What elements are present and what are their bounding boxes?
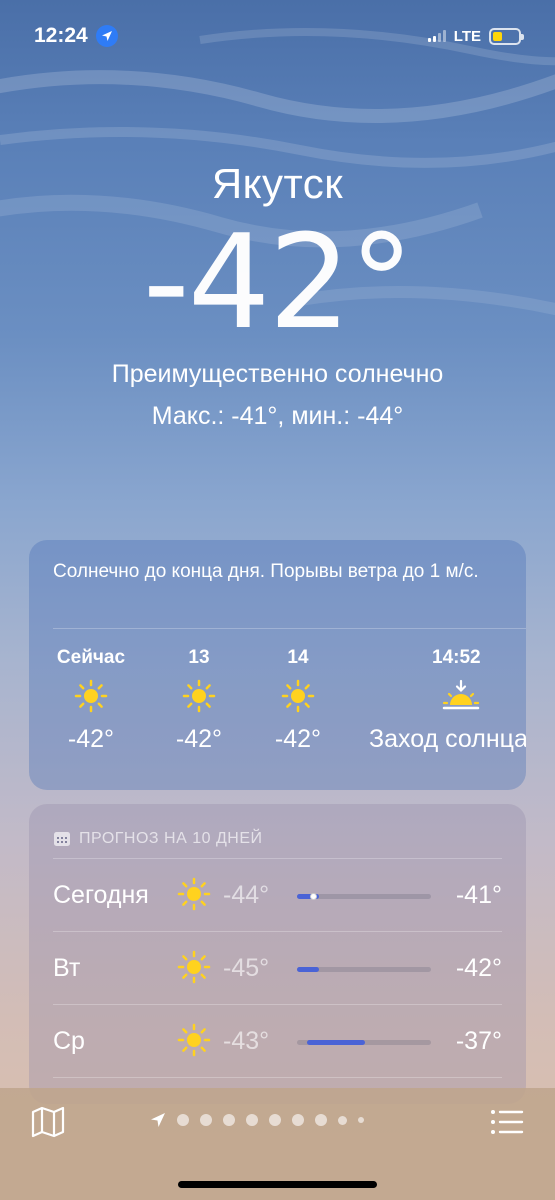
page-dot[interactable] xyxy=(246,1114,258,1126)
list-icon xyxy=(491,1110,524,1134)
hourly-forecast-card[interactable]: Солнечно до конца дня. Порывы ветра до 1… xyxy=(29,540,526,790)
temperature-range-bar xyxy=(297,1040,431,1045)
hour-item: Сейчас -42° xyxy=(53,647,129,754)
temperature-range-bar xyxy=(297,967,431,972)
map-button[interactable] xyxy=(30,1106,66,1138)
page-indicator[interactable] xyxy=(150,1112,364,1128)
sun-icon xyxy=(177,1023,211,1062)
location-arrow-icon xyxy=(151,1113,165,1127)
page-dot[interactable] xyxy=(269,1114,281,1126)
network-type: LTE xyxy=(453,27,481,45)
battery-icon xyxy=(489,27,524,45)
cellular-signal-icon xyxy=(427,30,446,42)
location-services-icon xyxy=(95,25,118,47)
calendar-icon xyxy=(54,832,70,846)
sun-icon xyxy=(53,671,129,721)
high-low-text: Макс.: -41°, мин.: -44° xyxy=(151,402,404,430)
page-dot[interactable] xyxy=(358,1117,364,1123)
sun-icon xyxy=(260,671,336,721)
clock: 12:24 xyxy=(34,24,88,47)
map-icon xyxy=(31,1106,65,1138)
bottom-toolbar xyxy=(0,1088,555,1200)
temperature-range-bar xyxy=(297,893,431,900)
forecast-summary: Солнечно до конца дня. Порывы ветра до 1… xyxy=(53,561,479,582)
day-row-today[interactable]: Сегодня -44° -41° xyxy=(29,859,526,931)
home-indicator xyxy=(178,1181,377,1188)
day-row[interactable]: Ср -43° -37° xyxy=(29,1005,526,1077)
hour-item: 13 -42° xyxy=(161,647,237,754)
current-temp-marker xyxy=(310,893,317,900)
condition-text: Преимущественно солнечно xyxy=(111,360,444,388)
hour-item: 14 -42° xyxy=(260,647,336,754)
day-row[interactable]: Вт -45° -42° xyxy=(29,932,526,1004)
hourly-scroller[interactable]: Сейчас -42° 13 -42° 14 -42° 14:52 Заход … xyxy=(29,629,526,789)
divider xyxy=(53,1077,502,1078)
status-bar: 12:24 LTE xyxy=(0,18,555,54)
page-dot[interactable] xyxy=(223,1114,235,1126)
page-dot[interactable] xyxy=(200,1114,212,1126)
ten-day-forecast-card[interactable]: ПРОГНОЗ НА 10 ДНЕЙ Сегодня -44° -41° Вт … xyxy=(29,804,526,1104)
sun-icon xyxy=(177,950,211,989)
section-title: ПРОГНОЗ НА 10 ДНЕЙ xyxy=(79,830,263,847)
city-list-button[interactable] xyxy=(489,1106,525,1138)
sun-icon xyxy=(161,671,237,721)
sunset-icon xyxy=(369,671,526,721)
sun-icon xyxy=(177,877,211,916)
page-dot[interactable] xyxy=(338,1115,347,1125)
page-dot[interactable] xyxy=(177,1114,189,1126)
page-dot[interactable] xyxy=(292,1114,304,1126)
section-header: ПРОГНОЗ НА 10 ДНЕЙ xyxy=(29,804,526,858)
current-temperature: -42° xyxy=(142,206,414,358)
hour-item-sunset: 14:52 Заход солнца xyxy=(369,647,526,754)
page-dot[interactable] xyxy=(315,1114,327,1126)
city-name: Якутск xyxy=(211,160,344,207)
